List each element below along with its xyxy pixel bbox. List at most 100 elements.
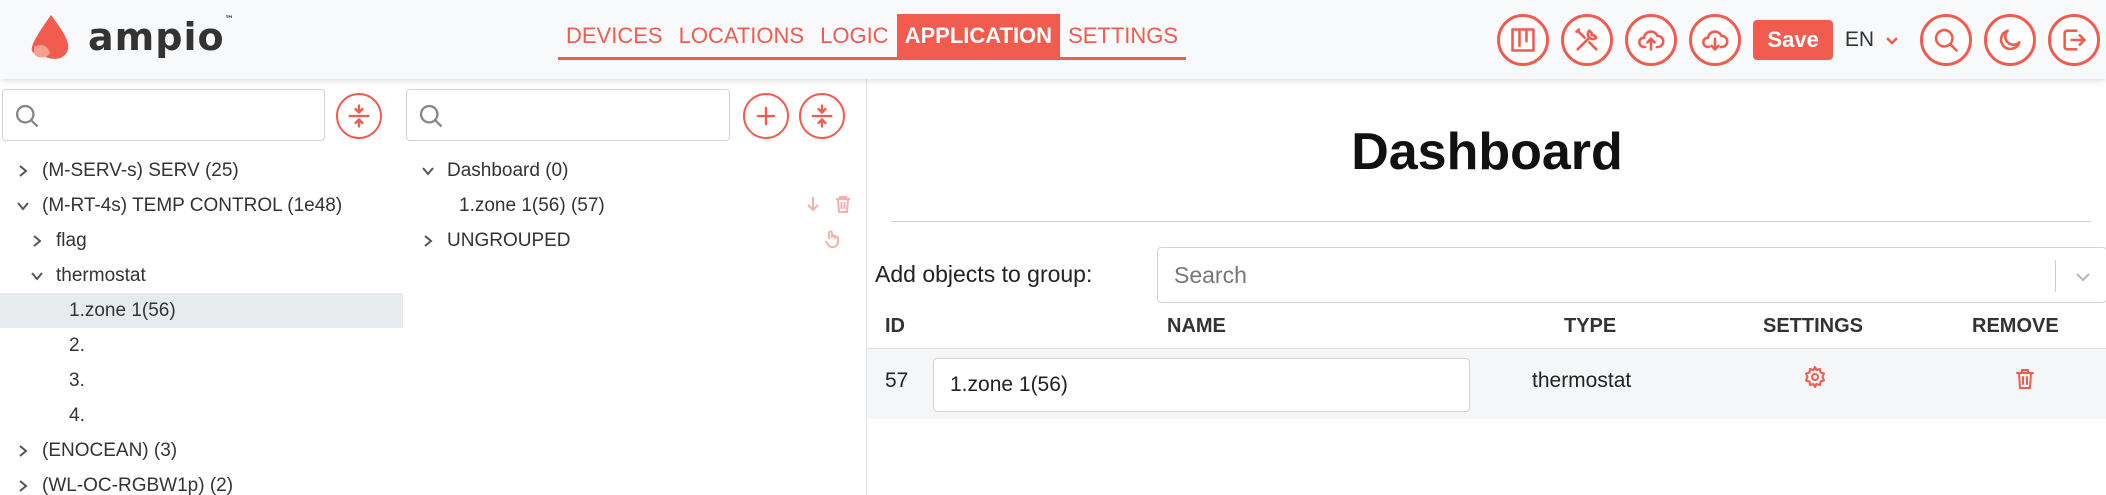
tree-row[interactable]: Dashboard (0)	[403, 153, 866, 188]
app-logo[interactable]: ampio™	[28, 12, 235, 62]
add-group-button[interactable]	[743, 93, 789, 139]
chevron-down-icon[interactable]	[2074, 268, 2092, 286]
device-search-input[interactable]	[2, 89, 325, 141]
collapse-icon	[348, 104, 370, 128]
collapse-icon	[811, 104, 833, 128]
group-item-label: 1.zone 1(56) (57)	[459, 194, 605, 216]
tree-row-label: 3.	[69, 369, 85, 391]
trash-icon[interactable]	[833, 194, 853, 214]
nav-settings[interactable]: SETTINGS	[1060, 14, 1186, 57]
tree-row-label: 4.	[69, 404, 85, 426]
nav-logic[interactable]: LOGIC	[812, 14, 896, 57]
board-button[interactable]	[1497, 14, 1550, 66]
chevron-right-icon[interactable]	[30, 234, 44, 248]
tree-row-label: (M-SERV-s) SERV (25)	[42, 159, 239, 181]
logout-icon	[2063, 29, 2086, 51]
tree-row-label: thermostat	[56, 264, 146, 286]
language-value: EN	[1844, 28, 1874, 51]
ampio-logo-icon	[31, 15, 69, 59]
language-select[interactable]: EN	[1845, 28, 1900, 52]
tree-row-label: 1.zone 1(56)	[69, 299, 176, 321]
column-name[interactable]: NAME	[1167, 315, 1226, 338]
group-name: Dashboard (0)	[447, 159, 569, 181]
add-objects-placeholder: Search	[1174, 262, 1247, 288]
download-button[interactable]	[1689, 14, 1742, 66]
search-icon	[419, 104, 443, 128]
chevron-right-icon[interactable]	[16, 164, 30, 178]
collapse-all-groups-button[interactable]	[799, 93, 845, 139]
logout-button[interactable]	[2048, 14, 2100, 66]
row-name-input[interactable]: 1.zone 1(56)	[933, 358, 1470, 412]
cloud-download-icon	[1702, 30, 1729, 51]
tree-row[interactable]: thermostat	[0, 258, 403, 293]
group-item-actions	[793, 194, 853, 214]
column-remove: REMOVE	[1972, 315, 2059, 337]
collapse-all-button[interactable]	[336, 93, 382, 139]
brand-name: ampio™	[88, 15, 235, 59]
row-settings-button[interactable]	[1803, 365, 1827, 395]
tree-row[interactable]: UNGROUPED	[403, 223, 866, 258]
chevron-right-icon[interactable]	[16, 444, 30, 458]
tree-row-label: (WL-OC-RGBW1p) (2)	[42, 474, 234, 495]
tree-row[interactable]: 4.	[0, 398, 403, 433]
tree-row[interactable]: 3.	[0, 363, 403, 398]
tree-row[interactable]: 2.	[0, 328, 403, 363]
nav-locations[interactable]: LOCATIONS	[671, 14, 813, 57]
trash-icon	[2016, 369, 2034, 389]
search-icon	[1934, 28, 1958, 52]
theme-toggle-button[interactable]	[1984, 14, 2036, 66]
gear-icon	[1805, 366, 1825, 388]
save-button[interactable]: Save	[1753, 20, 1833, 60]
column-type[interactable]: TYPE	[1564, 315, 1616, 338]
row-type: thermostat	[1532, 369, 1632, 392]
tree-row-label: (M-RT-4s) TEMP CONTROL (1e48)	[42, 194, 343, 216]
tree-row-label: (ENOCEAN) (3)	[42, 439, 178, 461]
nav-devices[interactable]: DEVICES	[558, 14, 671, 57]
group-detail-panel: Dashboard Add objects to group: Search I…	[866, 79, 2106, 495]
tree-row[interactable]: flag	[0, 223, 403, 258]
column-id[interactable]: ID	[885, 315, 905, 338]
board-icon	[1511, 28, 1536, 52]
chevron-down-icon[interactable]	[16, 199, 30, 213]
search-icon	[15, 104, 39, 128]
divider	[891, 221, 2091, 222]
tools-button[interactable]	[1561, 14, 1614, 66]
cloud-upload-icon	[1638, 30, 1665, 51]
search-button[interactable]	[1920, 14, 1972, 66]
top-header: ampio™ DEVICES LOCATIONS LOGIC APPLICATI…	[0, 0, 2106, 79]
chevron-right-icon[interactable]	[16, 479, 30, 493]
tree-row-label: flag	[56, 229, 87, 251]
page-title: Dashboard	[1351, 123, 1623, 181]
select-separator	[2055, 260, 2056, 292]
tree-row[interactable]: (WL-OC-RGBW1p) (2)	[0, 468, 403, 495]
tree-row-selected[interactable]: 1.zone 1(56)	[0, 293, 403, 328]
tree-row-label: 2.	[69, 334, 85, 356]
moon-icon	[1999, 29, 2021, 51]
row-remove-button[interactable]	[2013, 367, 2037, 397]
chevron-down-icon	[1886, 37, 1898, 45]
column-settings: SETTINGS	[1763, 315, 1864, 337]
upload-button[interactable]	[1625, 14, 1678, 66]
chevron-down-icon[interactable]	[30, 269, 44, 283]
device-tree-panel: (M-SERV-s) SERV (25) (M-RT-4s) TEMP CONT…	[0, 79, 403, 495]
device-tree: (M-SERV-s) SERV (25) (M-RT-4s) TEMP CONT…	[0, 153, 403, 495]
table-row: 57 1.zone 1(56) thermostat	[867, 349, 2106, 419]
main-nav: DEVICES LOCATIONS LOGIC APPLICATION SETT…	[558, 14, 1187, 60]
plus-icon	[756, 106, 776, 126]
group-search-input[interactable]	[406, 89, 730, 141]
row-id: 57	[885, 369, 909, 392]
tree-row[interactable]: (ENOCEAN) (3)	[0, 433, 403, 468]
group-name: UNGROUPED	[447, 229, 571, 251]
table-header: ID NAME TYPE SETTINGS REMOVE	[867, 307, 2106, 349]
add-objects-label: Add objects to group:	[875, 261, 1093, 287]
group-tree-panel: Dashboard (0) 1.zone 1(56) (57) UNGROUPE…	[403, 79, 866, 495]
tree-row[interactable]: (M-RT-4s) TEMP CONTROL (1e48)	[0, 188, 403, 223]
nav-application[interactable]: APPLICATION	[896, 14, 1061, 57]
chevron-right-icon[interactable]	[421, 234, 435, 248]
header-toolbar: Save EN	[1497, 12, 2106, 68]
tree-row[interactable]: (M-SERV-s) SERV (25)	[0, 153, 403, 188]
chevron-down-icon[interactable]	[421, 164, 435, 178]
add-objects-select[interactable]: Search	[1157, 247, 2106, 303]
arrow-down-icon[interactable]	[803, 194, 823, 214]
hand-icon[interactable]	[823, 229, 843, 249]
